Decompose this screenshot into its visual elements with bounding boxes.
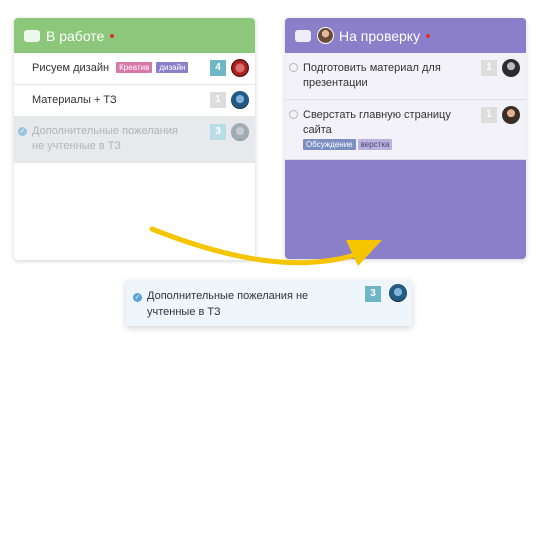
avatar[interactable]: [231, 59, 249, 77]
tag-badge: Креатив: [116, 62, 153, 73]
column-icon: [295, 29, 311, 42]
check-circle-icon[interactable]: [289, 63, 298, 72]
column-icon: [24, 29, 40, 42]
card-title: Подготовить материал для презентации: [303, 62, 441, 89]
avatar[interactable]: [502, 59, 520, 77]
card-list: Рисуем дизайн Креатив дизайн 4 Материалы …: [14, 53, 255, 163]
card-title: Материалы + ТЗ: [32, 94, 117, 106]
status-dot-icon: [110, 33, 115, 38]
column-title: На проверку: [339, 27, 421, 44]
column-header[interactable]: На проверку: [285, 18, 526, 53]
dragged-task-card[interactable]: ✓ Дополнительные пожелания не учтенные в…: [126, 280, 412, 326]
count-badge: 1: [481, 60, 497, 76]
check-circle-icon: ✓: [18, 127, 27, 136]
avatar: [231, 123, 249, 141]
column-title: В работе: [46, 27, 105, 44]
avatar[interactable]: [502, 106, 520, 124]
tag-list: Обсуждение верстка: [303, 139, 478, 151]
tag-badge: дизайн: [156, 62, 189, 73]
check-circle-icon: ✓: [133, 293, 142, 302]
task-card[interactable]: Сверстать главную страницу сайта Обсужде…: [285, 100, 526, 160]
count-badge: 3: [210, 124, 226, 140]
card-title: Сверстать главную страницу сайта: [303, 109, 451, 136]
task-card-placeholder: ✓ Дополнительные пожелания не учтенные в…: [14, 117, 255, 163]
column-in-progress: В работе Рисуем дизайн Креатив дизайн 4 М…: [14, 18, 255, 260]
task-card[interactable]: Подготовить материал для презентации 1: [285, 53, 526, 100]
count-badge: 1: [481, 107, 497, 123]
avatar[interactable]: [317, 27, 334, 44]
tag-badge: Обсуждение: [303, 139, 356, 150]
status-dot-icon: [426, 33, 431, 38]
task-card[interactable]: Материалы + ТЗ 1: [14, 85, 255, 117]
count-badge: 1: [210, 92, 226, 108]
avatar[interactable]: [389, 284, 407, 302]
count-badge: 3: [365, 286, 381, 302]
task-card[interactable]: Рисуем дизайн Креатив дизайн 4: [14, 53, 255, 85]
card-title: Дополнительные пожелания не учтенные в Т…: [32, 125, 178, 152]
card-list: Подготовить материал для презентации 1 С…: [285, 53, 526, 160]
column-review: На проверку Подготовить материал для пре…: [285, 18, 526, 259]
card-title: Дополнительные пожелания не учтенные в Т…: [147, 290, 309, 318]
check-circle-icon[interactable]: [289, 110, 298, 119]
avatar[interactable]: [231, 91, 249, 109]
count-badge: 4: [210, 60, 226, 76]
column-header[interactable]: В работе: [14, 18, 255, 53]
card-title: Рисуем дизайн: [32, 62, 110, 74]
tag-badge: верстка: [357, 139, 393, 150]
